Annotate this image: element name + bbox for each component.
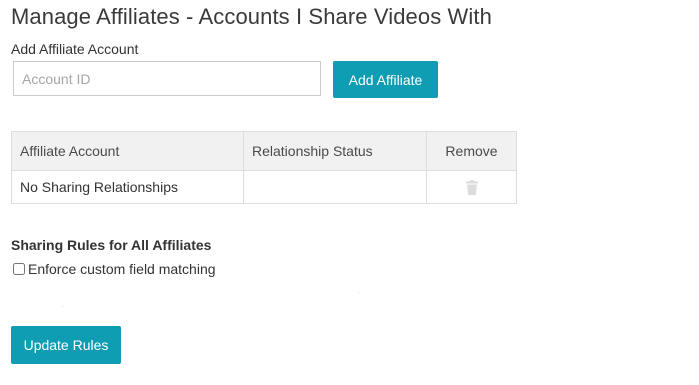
table-row: No Sharing Relationships [11,170,517,204]
enforce-custom-field-checkbox[interactable] [13,263,25,275]
table-header-row: Affiliate Account Relationship Status Re… [11,131,517,171]
enforce-custom-field-label: Enforce custom field matching [28,261,216,277]
update-rules-button[interactable]: Update Rules [11,326,121,364]
affiliate-account-cell: No Sharing Relationships [11,170,244,204]
add-affiliate-button[interactable]: Add Affiliate [333,61,438,98]
speck [62,306,63,307]
speck [358,292,359,293]
column-header-relationship-status: Relationship Status [243,131,427,171]
column-header-remove: Remove [426,131,517,171]
trash-icon[interactable] [465,180,478,196]
relationship-status-cell [243,170,427,204]
column-header-affiliate-account: Affiliate Account [11,131,244,171]
sharing-rules-title: Sharing Rules for All Affiliates [11,237,212,253]
remove-cell [426,170,517,204]
enforce-custom-field-option[interactable]: Enforce custom field matching [11,261,216,277]
affiliates-table: Affiliate Account Relationship Status Re… [11,131,517,204]
account-id-input[interactable] [13,61,321,96]
page-title: Manage Affiliates - Accounts I Share Vid… [11,4,492,29]
add-affiliate-label: Add Affiliate Account [11,41,139,57]
